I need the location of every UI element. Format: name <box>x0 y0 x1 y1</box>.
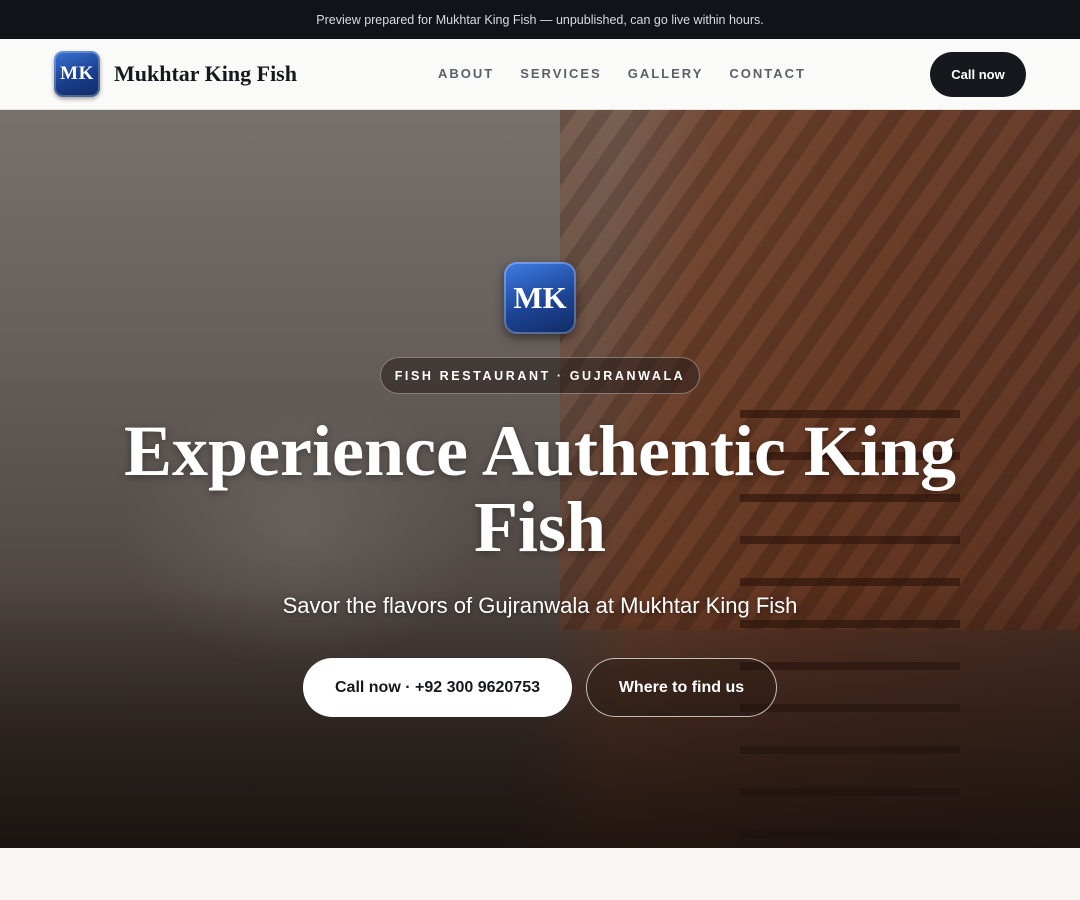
hero-subheadline: Savor the flavors of Gujranwala at Mukht… <box>282 593 798 618</box>
hero-logo: MK <box>504 262 576 334</box>
hero-headline: Experience Authentic King Fish <box>124 411 956 567</box>
hero-section: MK FISH RESTAURANT · GUJRANWALA Experien… <box>0 110 1080 848</box>
brand-name[interactable]: Mukhtar King Fish <box>114 61 297 87</box>
hero-location-button[interactable]: Where to find us <box>586 658 777 717</box>
hero-call-button[interactable]: Call now · +92 300 9620753 <box>303 658 572 717</box>
announcement-bar: Preview prepared for Mukhtar King Fish —… <box>0 0 1080 39</box>
nav-about[interactable]: ABOUT <box>438 66 494 81</box>
header-call-button[interactable]: Call now <box>930 52 1026 97</box>
next-section <box>0 848 1080 900</box>
nav-contact[interactable]: CONTACT <box>729 66 806 81</box>
logo-monogram: MK <box>60 63 94 84</box>
brand-logo[interactable]: MK <box>54 51 100 97</box>
nav-gallery[interactable]: GALLERY <box>628 66 704 81</box>
site-header: MK Mukhtar King Fish ABOUT SERVICES GALL… <box>0 39 1080 110</box>
main-nav: ABOUT SERVICES GALLERY CONTACT <box>438 66 806 81</box>
nav-services[interactable]: SERVICES <box>520 66 602 81</box>
announcement-text: Preview prepared for Mukhtar King Fish —… <box>316 12 764 27</box>
hero-tagline: FISH RESTAURANT · GUJRANWALA <box>394 368 686 383</box>
hero-tagline-pill: FISH RESTAURANT · GUJRANWALA <box>380 357 700 394</box>
hero-logo-monogram: MK <box>513 280 567 315</box>
